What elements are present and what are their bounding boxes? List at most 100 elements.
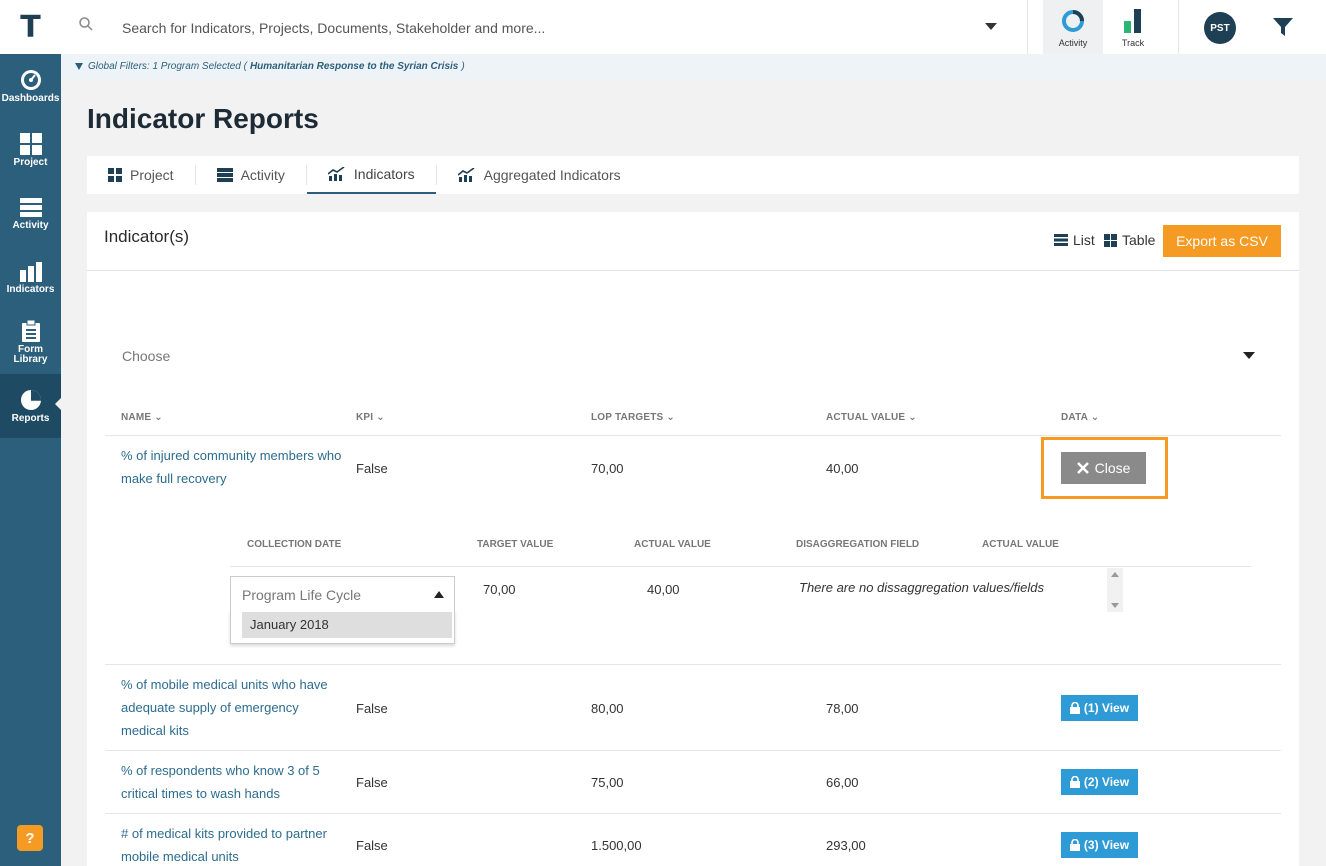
list-view-toggle[interactable]: List [1054, 232, 1095, 248]
lop-target-value: 80,00 [591, 701, 624, 716]
activity-button[interactable]: Activity [1043, 0, 1103, 54]
sidebar-item-label: Reports [11, 412, 50, 424]
lock-icon [1069, 776, 1080, 788]
tab-aggregated-indicators[interactable]: Aggregated Indicators [437, 156, 642, 194]
activity-label: Activity [1058, 38, 1088, 48]
sidebar-item-label: Indicators [6, 283, 55, 295]
view-data-button[interactable]: (3) View [1061, 832, 1138, 858]
scrollbar[interactable] [1107, 568, 1123, 612]
choose-select[interactable]: Choose [122, 348, 170, 364]
server-icon [19, 197, 42, 217]
panel-title: Indicator(s) [104, 227, 190, 246]
sidebar-item-label: Library [13, 353, 48, 365]
column-header-data[interactable]: DATA [1061, 412, 1099, 423]
filter-icon[interactable] [1273, 18, 1293, 36]
column-header-actual-value[interactable]: ACTUAL VALUE [826, 412, 917, 423]
chevron-down-icon[interactable] [985, 23, 997, 30]
global-filter-suffix: ) [461, 61, 465, 72]
collection-date-dropdown: January 2018 [230, 610, 455, 644]
sidebar-item-dashboards[interactable]: Dashboards [0, 54, 61, 118]
dropdown-option[interactable]: January 2018 [242, 612, 452, 638]
indicators-panel: Indicator(s) List Table Export as CSV Ch… [87, 212, 1299, 866]
global-filter-program[interactable]: Humanitarian Response to the Syrian Cris… [250, 61, 458, 72]
indicator-name-link[interactable]: % of respondents who know 3 of 5 critica… [121, 759, 347, 805]
detail-header-disagg-actual-value: ACTUAL VALUE [982, 539, 1059, 550]
tab-indicators[interactable]: Indicators [306, 156, 436, 194]
column-header-name[interactable]: NAME [121, 412, 163, 423]
table-view-toggle[interactable]: Table [1104, 232, 1155, 248]
close-button[interactable]: Close [1061, 452, 1146, 484]
scroll-up-icon[interactable] [1111, 572, 1119, 577]
detail-divider [230, 566, 1251, 567]
global-filter-bar: Global Filters: 1 Program Selected ( Hum… [61, 54, 1326, 79]
help-button[interactable]: ? [17, 825, 43, 851]
divider [1178, 0, 1179, 54]
sidebar-item-label: Project [13, 156, 48, 168]
kpi-value: False [356, 838, 388, 853]
export-csv-button[interactable]: Export as CSV [1163, 225, 1281, 257]
grid-icon [108, 168, 122, 182]
view-label: (3) View [1083, 838, 1130, 852]
lop-target-value: 70,00 [591, 461, 624, 476]
avatar[interactable]: PST [1204, 12, 1236, 44]
table-label: Table [1122, 232, 1156, 248]
indicator-name-link[interactable]: # of medical kits provided to partner mo… [121, 822, 347, 866]
row-divider [105, 750, 1281, 751]
view-data-button[interactable]: (2) View [1061, 769, 1138, 795]
view-data-button[interactable]: (1) View [1061, 695, 1138, 721]
track-label: Track [1121, 38, 1145, 48]
grid-icon [19, 132, 42, 155]
kpi-value: False [356, 461, 388, 476]
actual-value: 78,00 [826, 701, 859, 716]
detail-header-collection-date: COLLECTION DATE [247, 539, 342, 550]
dashboard-icon [20, 69, 41, 90]
sidebar-item-label: Dashboards [1, 92, 60, 104]
detail-target-value: 70,00 [483, 582, 516, 597]
indicator-name-link[interactable]: % of mobile medical units who have adequ… [121, 673, 347, 742]
track-chart-icon [1124, 9, 1141, 33]
search-icon [79, 17, 93, 31]
search-input[interactable]: Search for Indicators, Projects, Documen… [122, 20, 545, 36]
panel-header: Indicator(s) List Table Export as CSV [87, 212, 1299, 271]
lock-icon [1069, 839, 1080, 851]
view-label: (2) View [1083, 775, 1130, 789]
pie-chart-icon [20, 389, 41, 410]
list-icon [1054, 234, 1068, 246]
detail-header-target-value: TARGET VALUE [477, 539, 554, 550]
actual-value: 40,00 [826, 461, 859, 476]
collection-date-select[interactable]: Program Life Cycle [230, 576, 455, 612]
detail-header-actual-value: ACTUAL VALUE [634, 539, 711, 550]
indicator-name-link[interactable]: % of injured community members who make … [121, 444, 347, 490]
tab-label: Indicators [353, 166, 415, 182]
sidebar-item-indicators[interactable]: Indicators [0, 246, 61, 310]
sidebar-item-label: Activity [12, 219, 49, 231]
app-logo[interactable]: T [0, 0, 61, 54]
column-header-kpi[interactable]: KPI [356, 412, 385, 423]
report-tabs: Project Activity Indicators Aggregated I… [87, 156, 1299, 194]
track-button[interactable]: Track [1103, 0, 1163, 54]
tab-project[interactable]: Project [87, 156, 195, 194]
filter-icon [75, 63, 83, 70]
chevron-up-icon [434, 591, 444, 598]
clipboard-icon [21, 319, 40, 342]
row-divider [105, 435, 1281, 436]
lop-target-value: 75,00 [591, 775, 624, 790]
actual-value: 66,00 [826, 775, 859, 790]
sidebar-item-form-library[interactable]: Form Library [0, 310, 61, 374]
sidebar-item-project[interactable]: Project [0, 118, 61, 182]
kpi-value: False [356, 701, 388, 716]
bar-chart-icon [19, 261, 42, 282]
view-label: (1) View [1083, 701, 1130, 715]
no-disaggregation-message: There are no dissaggregation values/fiel… [799, 580, 1044, 595]
row-divider [105, 813, 1281, 814]
column-header-lop-targets[interactable]: LOP TARGETS [591, 412, 675, 423]
trend-chart-icon [457, 168, 475, 182]
detail-actual-value: 40,00 [647, 582, 680, 597]
sidebar-item-reports[interactable]: Reports [0, 374, 61, 438]
lop-target-value: 1.500,00 [591, 838, 642, 853]
scroll-down-icon[interactable] [1111, 603, 1119, 608]
sidebar-item-activity[interactable]: Activity [0, 182, 61, 246]
chevron-down-icon[interactable] [1243, 352, 1255, 359]
grid-icon [1104, 233, 1117, 247]
tab-activity[interactable]: Activity [196, 156, 306, 194]
